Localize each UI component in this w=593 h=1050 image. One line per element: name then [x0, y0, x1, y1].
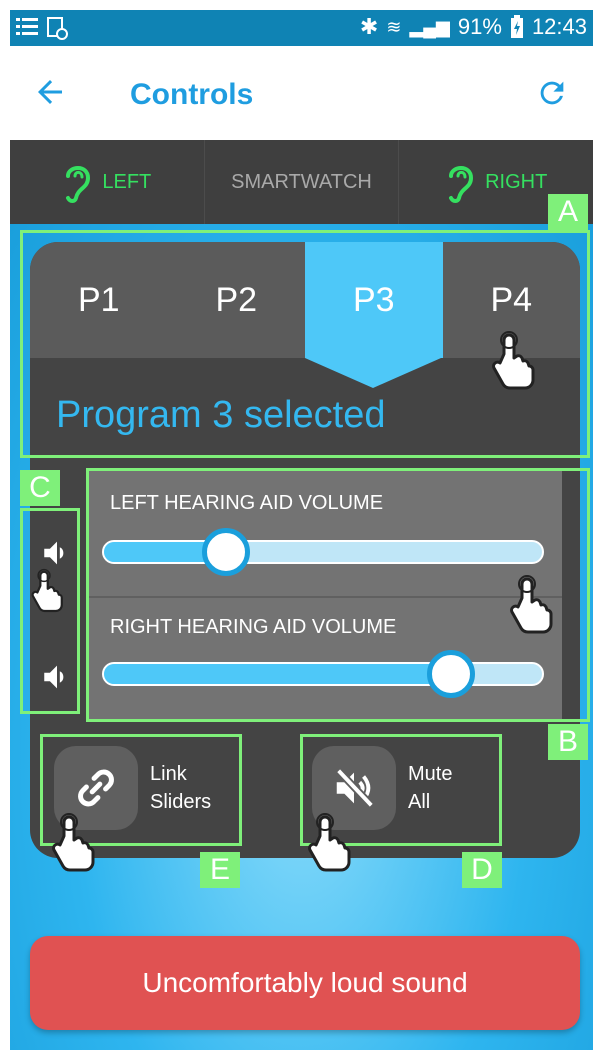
- arrow-left-icon[interactable]: [32, 74, 68, 110]
- notification-icon: [47, 17, 68, 40]
- tap-hand-icon: [308, 813, 351, 872]
- tab-smartwatch[interactable]: SMARTWATCH: [205, 140, 400, 224]
- tap-hand-icon: [52, 813, 95, 872]
- tap-hand-icon: [31, 568, 63, 613]
- tab-smartwatch-label: SMARTWATCH: [231, 170, 372, 193]
- battery-icon: [510, 15, 523, 38]
- status-bar: ✱ ≋ ▂▄▆ 91% 12:43: [10, 10, 593, 46]
- uncomfortably-loud-button[interactable]: Uncomfortably loud sound: [30, 936, 580, 1030]
- tap-hand-icon: [510, 575, 553, 634]
- device-tabs: LEFT SMARTWATCH RIGHT: [10, 140, 593, 224]
- annotation-label-c: C: [20, 470, 60, 506]
- tab-left[interactable]: LEFT: [10, 140, 205, 224]
- tap-hand-icon: [492, 331, 535, 390]
- tab-right-label: RIGHT: [485, 170, 548, 193]
- app-bar: Controls: [10, 46, 593, 140]
- refresh-icon[interactable]: [535, 76, 569, 110]
- annotation-label-d: D: [462, 852, 502, 888]
- tab-left-label: LEFT: [102, 170, 152, 193]
- annotation-label-a: A: [548, 194, 588, 230]
- ear-icon: [449, 166, 474, 203]
- ear-icon: [66, 166, 91, 203]
- page-title: Controls: [130, 78, 254, 111]
- annotation-label-b: B: [548, 724, 588, 760]
- battery-level: 91%: [457, 14, 502, 39]
- clock: 12:43: [531, 14, 587, 39]
- signal-icon: ▂▄▆: [409, 16, 450, 37]
- annotation-label-e: E: [200, 852, 240, 888]
- menu-icon: [16, 18, 38, 35]
- bluetooth-icon: ✱: [359, 14, 379, 39]
- wifi-icon: ≋: [386, 16, 402, 37]
